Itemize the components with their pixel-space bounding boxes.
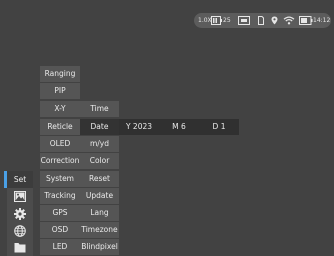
- menu-item-correction[interactable]: Correction: [40, 153, 80, 169]
- menu-item-system[interactable]: System: [40, 171, 80, 187]
- wifi-icon: [283, 16, 295, 25]
- menu-item-x-y[interactable]: X-Y: [40, 101, 80, 117]
- menu-item-date[interactable]: Date: [80, 119, 119, 135]
- sidebar-item-folder[interactable]: [7, 239, 33, 256]
- menu-item-m-yd[interactable]: m/yd: [80, 136, 119, 152]
- menu-item-oled[interactable]: OLED: [40, 136, 80, 152]
- sidebar-item-set-label: Set: [13, 175, 27, 184]
- globe-icon: [14, 225, 26, 237]
- gps-icon: [271, 16, 278, 25]
- menu-item-reset[interactable]: Reset: [80, 171, 119, 187]
- sd-card-icon: [258, 16, 264, 25]
- menu-item-timezone[interactable]: Timezone: [80, 222, 119, 238]
- menu-item-lang[interactable]: Lang: [80, 205, 119, 221]
- image-icon: [14, 191, 26, 202]
- menu-item-led[interactable]: LED: [40, 239, 80, 255]
- status-bar: 1.0X 25 14:12: [194, 13, 331, 28]
- battery-level-icon: [299, 16, 313, 25]
- sidebar-item-settings[interactable]: [7, 205, 33, 222]
- gear-icon: [14, 208, 26, 220]
- menu-item-osd[interactable]: OSD: [40, 222, 80, 238]
- battery-level: 25: [223, 17, 231, 24]
- sidebar-item-globe[interactable]: [7, 222, 33, 239]
- menu-item-pip[interactable]: PIP: [40, 83, 80, 99]
- clock-time: 14:12: [313, 17, 331, 24]
- hdmi-icon: [238, 16, 250, 25]
- date-year-field[interactable]: Y 2023: [119, 119, 159, 135]
- folder-icon: [14, 243, 26, 253]
- menu-item-blindpixel[interactable]: Blindpixel: [80, 239, 119, 255]
- date-month-field[interactable]: M 6: [159, 119, 199, 135]
- sidebar-item-image[interactable]: [7, 188, 33, 205]
- menu-item-tracking[interactable]: Tracking: [40, 188, 80, 204]
- menu-item-ranging[interactable]: Ranging: [40, 66, 80, 82]
- battery-icon: [211, 16, 222, 25]
- menu-item-reticle[interactable]: Reticle: [40, 119, 80, 135]
- menu-item-color[interactable]: Color: [80, 153, 119, 169]
- zoom-level: 1.0X: [198, 17, 212, 24]
- date-day-field[interactable]: D 1: [199, 119, 239, 135]
- menu-item-gps[interactable]: GPS: [40, 205, 80, 221]
- menu-item-update[interactable]: Update: [80, 188, 119, 204]
- menu-item-time[interactable]: Time: [80, 101, 119, 117]
